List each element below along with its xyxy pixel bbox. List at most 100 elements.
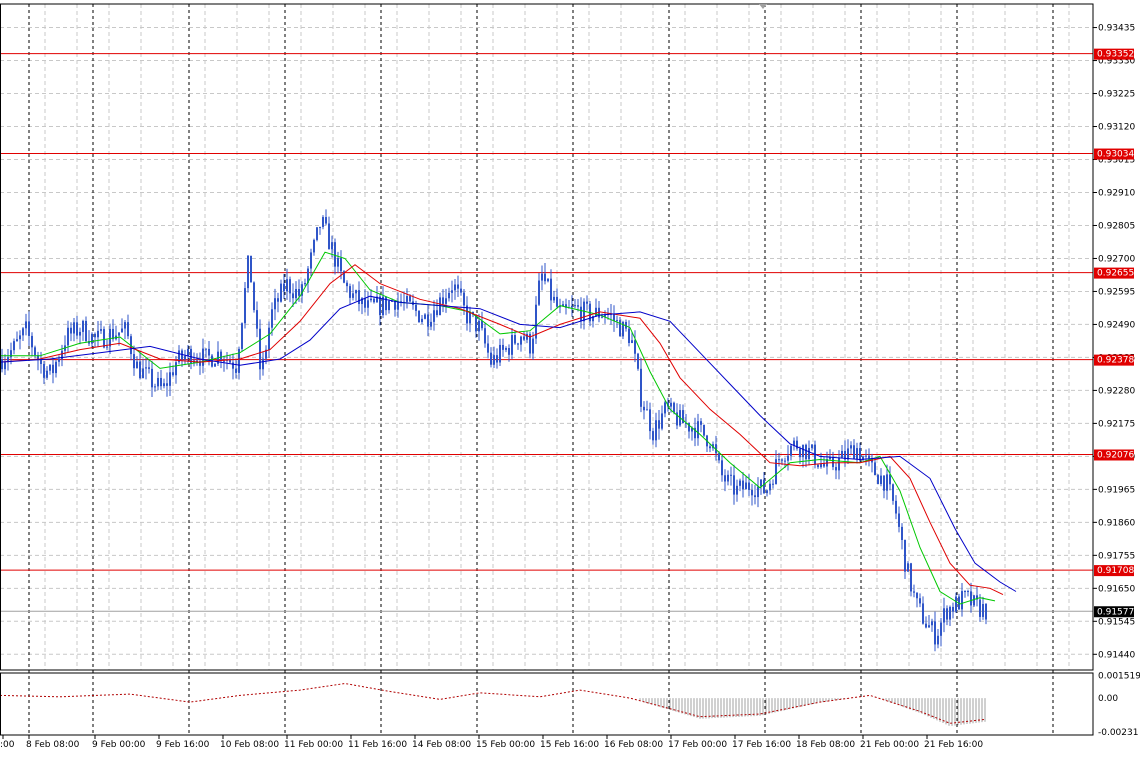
candle-body: [730, 474, 732, 476]
candle-body: [436, 310, 438, 316]
price-tick-label: 0.91545: [1098, 617, 1135, 627]
candle-body: [919, 598, 921, 604]
candle-body: [523, 336, 525, 340]
candle-body: [316, 227, 318, 240]
candle-body: [646, 409, 648, 411]
price-tick-label: 0.91860: [1098, 518, 1135, 528]
price-tick-label: 0.92175: [1098, 419, 1135, 429]
candle-body: [313, 239, 315, 253]
time-tick-label: 21 Feb 16:00: [924, 740, 983, 750]
time-tick-label: 9 Feb 16:00: [156, 740, 210, 750]
candle-body: [457, 284, 459, 289]
candle-body: [97, 330, 99, 338]
candle-body: [931, 621, 933, 626]
candle-body: [424, 314, 426, 319]
price-tick-label: 0.92595: [1098, 287, 1135, 297]
candle-body: [898, 513, 900, 527]
price-chart[interactable]: 0.934350.933300.932250.931200.930150.929…: [0, 0, 1140, 757]
candle-body: [58, 359, 60, 362]
candle-body: [109, 328, 111, 347]
candle-body: [295, 288, 297, 299]
price-tick-label: 0.93225: [1098, 90, 1135, 100]
candle: [703, 424, 705, 437]
candle-body: [754, 495, 756, 498]
level-label: 0.92378: [1094, 354, 1134, 366]
candle: [637, 352, 639, 371]
candle-body: [106, 346, 108, 348]
candle: [241, 322, 243, 352]
candle-body: [535, 304, 537, 339]
candle-body: [1, 358, 3, 370]
candle-body: [913, 591, 915, 593]
candle-body: [490, 352, 492, 365]
candle-body: [85, 320, 87, 342]
time-tick-label: 16 Feb 08:00: [604, 740, 663, 750]
candle-body: [202, 348, 204, 366]
time-tick-label: 15 Feb 16:00: [540, 740, 599, 750]
candle-body: [289, 279, 291, 294]
candle-body: [16, 339, 18, 342]
candle-body: [838, 457, 840, 471]
candle: [973, 594, 975, 607]
current-price-text: 0.91577: [1097, 607, 1134, 617]
time-tick-label: 9 Feb 00:00: [92, 740, 146, 750]
candle-body: [802, 444, 804, 458]
candle-body: [142, 368, 144, 379]
candle-body: [778, 459, 780, 461]
candle: [910, 562, 912, 597]
candle-body: [172, 372, 174, 376]
candle-body: [352, 293, 354, 298]
candle-body: [385, 296, 387, 311]
candle-body: [73, 322, 75, 334]
candle-body: [220, 351, 222, 361]
candle-body: [55, 361, 57, 374]
time-tick-label: 14 Feb 08:00: [412, 740, 471, 750]
candle-body: [661, 413, 663, 429]
candle-body: [169, 372, 171, 386]
candle-body: [463, 292, 465, 306]
time-tick-label: :00: [0, 740, 15, 750]
candle-body: [331, 242, 333, 250]
candle-body: [277, 298, 279, 302]
candle-body: [781, 459, 783, 461]
candle-body: [664, 402, 666, 414]
candle-body: [862, 456, 864, 461]
candle-body: [508, 348, 510, 355]
candle-body: [148, 367, 150, 369]
candle-body: [628, 328, 630, 344]
candle-body: [658, 420, 660, 429]
candle-body: [154, 386, 156, 388]
candle-body: [526, 333, 528, 340]
time-tick-label: 11 Feb 16:00: [348, 740, 407, 750]
time-tick-label: 17 Feb 16:00: [732, 740, 791, 750]
candle-body: [892, 484, 894, 501]
candle-body: [721, 460, 723, 476]
candle-body: [853, 445, 855, 460]
candle-body: [259, 328, 261, 370]
candle-body: [346, 282, 348, 287]
candle-body: [52, 364, 54, 374]
candle-body: [643, 406, 645, 411]
candle-body: [373, 298, 375, 303]
price-tick-label: 0.91650: [1098, 584, 1135, 594]
candle-body: [979, 599, 981, 617]
candle-body: [514, 335, 516, 344]
candle-body: [868, 455, 870, 459]
candle-body: [43, 364, 45, 378]
candle-body: [910, 563, 912, 592]
time-tick-label: 11 Feb 00:00: [284, 740, 343, 750]
candle-body: [355, 290, 357, 294]
osc-tick-label: 0.001519: [1098, 672, 1140, 682]
candle-body: [709, 446, 711, 449]
candle-body: [928, 625, 930, 628]
candle-body: [151, 368, 153, 388]
candle-body: [805, 444, 807, 460]
candle-body: [769, 483, 771, 491]
candle-body: [160, 377, 162, 387]
candle-body: [544, 273, 546, 282]
candle-body: [934, 621, 936, 645]
candle-body: [469, 311, 471, 324]
price-tick-label: 0.92805: [1098, 221, 1135, 231]
candle-body: [757, 486, 759, 498]
candle-body: [574, 305, 576, 307]
